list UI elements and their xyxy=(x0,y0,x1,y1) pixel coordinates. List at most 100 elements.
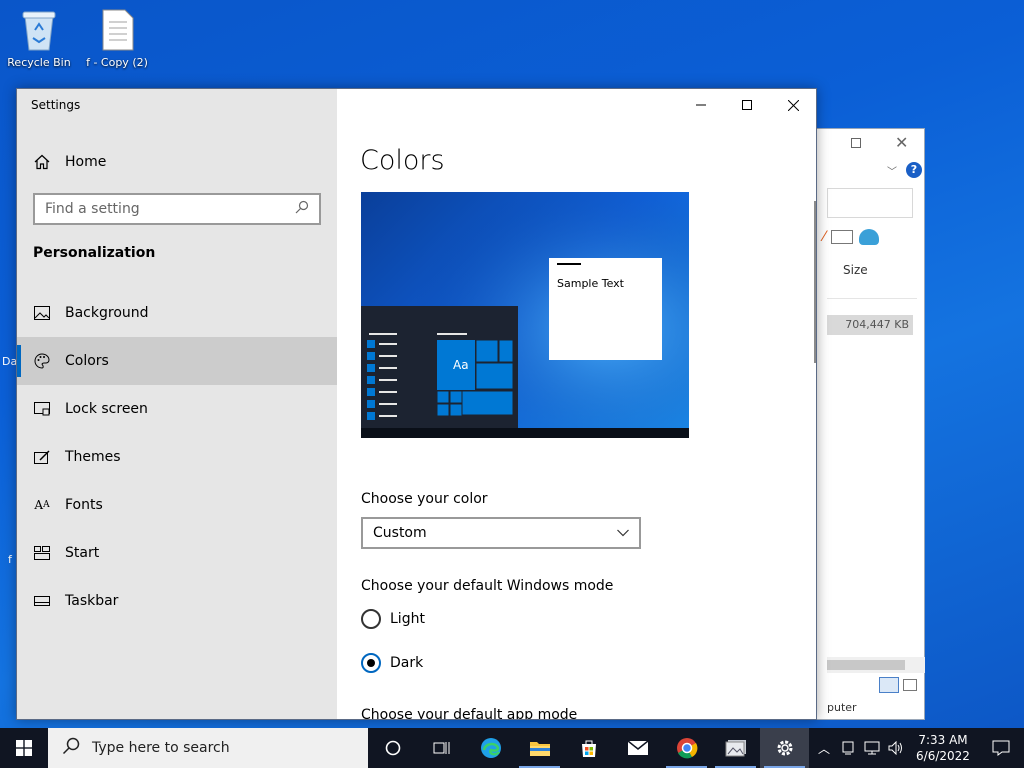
search-icon xyxy=(62,737,80,759)
start-button[interactable] xyxy=(0,728,48,768)
nav-label: Colors xyxy=(65,353,109,369)
color-dropdown[interactable]: Custom xyxy=(361,517,641,549)
status-bar-text: puter xyxy=(827,701,857,714)
radio-label: Light xyxy=(390,611,425,627)
help-icon[interactable]: ? xyxy=(906,162,922,178)
system-tray: ︿ 7:33 AM 6/6/2022 xyxy=(812,728,1024,768)
page-title: Colors xyxy=(360,145,445,176)
toolbar-icons: ⁄ xyxy=(823,229,880,245)
desktop-edge-text: f xyxy=(8,553,12,566)
chevron-up-icon[interactable]: ︿ xyxy=(812,740,836,757)
taskbar-search-box[interactable]: Type here to search xyxy=(48,728,368,768)
clock[interactable]: 7:33 AM 6/6/2022 xyxy=(908,732,978,764)
store-icon[interactable] xyxy=(564,728,613,768)
palette-icon xyxy=(33,352,51,370)
preview-tile-text: Aa xyxy=(453,358,469,372)
settings-content: Colors Aa Sample Text Choose your color … xyxy=(337,89,816,719)
app-mode-label: Choose your default app mode xyxy=(361,707,578,720)
radio-label: Dark xyxy=(390,655,424,671)
taskbar: Type here to search ︿ 7:33 AM 6/6/2022 xyxy=(0,728,1024,768)
nav-taskbar[interactable]: Taskbar xyxy=(17,577,337,625)
shell-icon[interactable] xyxy=(859,229,880,245)
color-dropdown-value: Custom xyxy=(373,525,427,541)
desktop-icon-file[interactable]: f - Copy (2) xyxy=(82,8,152,69)
desktop-edge-text: Da xyxy=(2,355,18,368)
background-explorer-window[interactable]: ✕ ﹀ ? ⁄ Size 704,447 KB puter xyxy=(812,128,925,720)
minimize-button[interactable] xyxy=(678,89,724,121)
device-icon[interactable] xyxy=(836,741,860,755)
nav-lock-screen[interactable]: Lock screen xyxy=(17,385,337,433)
notification-icon[interactable] xyxy=(978,740,1024,756)
size-column-header[interactable]: Size xyxy=(827,255,917,299)
desktop-icon-recycle-bin[interactable]: Recycle Bin xyxy=(4,8,74,69)
picture-icon xyxy=(33,304,51,322)
file-size-cell[interactable]: 704,447 KB xyxy=(827,315,913,335)
search-icon xyxy=(295,200,309,218)
preview-sample-text: Sample Text xyxy=(557,277,624,290)
nav-label: Start xyxy=(65,545,100,561)
choose-color-label: Choose your color xyxy=(361,491,488,507)
desktop-icon-label: f - Copy (2) xyxy=(86,56,148,69)
network-icon[interactable] xyxy=(860,741,884,755)
recycle-bin-icon xyxy=(19,8,59,52)
volume-icon[interactable] xyxy=(884,741,908,755)
mail-icon[interactable] xyxy=(613,728,662,768)
nav-home-label: Home xyxy=(65,154,107,170)
home-icon xyxy=(33,153,51,171)
nav-fonts[interactable]: AA Fonts xyxy=(17,481,337,529)
nav-themes[interactable]: Themes xyxy=(17,433,337,481)
vertical-scrollbar[interactable] xyxy=(814,201,816,363)
theme-preview: Aa Sample Text xyxy=(361,192,689,438)
address-bar[interactable] xyxy=(827,188,913,218)
close-icon[interactable]: ✕ xyxy=(895,133,908,152)
find-setting-input[interactable]: Find a setting xyxy=(33,193,321,225)
lock-screen-icon xyxy=(33,400,51,418)
settings-window[interactable]: Settings Home Find a setting Personaliza… xyxy=(16,88,817,720)
chevron-down-icon xyxy=(617,525,629,541)
settings-sidebar: Settings Home Find a setting Personaliza… xyxy=(17,89,337,719)
horizontal-scrollbar[interactable] xyxy=(827,657,925,673)
nav-label: Themes xyxy=(65,449,121,465)
fonts-icon: AA xyxy=(34,498,50,512)
envelope-icon[interactable] xyxy=(831,230,854,244)
search-placeholder: Find a setting xyxy=(45,201,140,217)
themes-icon xyxy=(33,448,51,466)
nav-label: Fonts xyxy=(65,497,103,513)
file-explorer-icon[interactable] xyxy=(515,728,564,768)
radio-dark[interactable]: Dark xyxy=(361,653,423,673)
radio-circle[interactable] xyxy=(361,609,381,629)
view-tiles-icon[interactable] xyxy=(903,679,917,691)
window-title: Settings xyxy=(31,98,81,112)
pen-icon[interactable]: ⁄ xyxy=(823,229,825,245)
text-file-icon xyxy=(97,8,137,52)
taskbar-search-placeholder: Type here to search xyxy=(92,740,230,756)
close-button[interactable] xyxy=(770,89,816,121)
nav-home[interactable]: Home xyxy=(17,138,337,186)
nav-label: Background xyxy=(65,305,149,321)
task-view-icon[interactable] xyxy=(417,728,466,768)
chrome-icon[interactable] xyxy=(662,728,711,768)
start-icon xyxy=(33,544,51,562)
maximize-icon[interactable] xyxy=(851,138,861,148)
window-controls xyxy=(678,89,816,121)
cortana-icon[interactable] xyxy=(368,728,417,768)
view-details-icon[interactable] xyxy=(879,677,899,693)
clock-date: 6/6/2022 xyxy=(916,749,970,763)
chevron-down-icon[interactable]: ﹀ xyxy=(887,163,897,178)
windows-logo-icon xyxy=(16,740,32,756)
section-heading: Personalization xyxy=(33,245,156,261)
edge-icon[interactable] xyxy=(466,728,515,768)
maximize-button[interactable] xyxy=(724,89,770,121)
nav-background[interactable]: Background xyxy=(17,289,337,337)
nav-start[interactable]: Start xyxy=(17,529,337,577)
taskbar-icon xyxy=(33,592,51,610)
nav-colors[interactable]: Colors xyxy=(17,337,337,385)
clock-time: 7:33 AM xyxy=(918,733,968,747)
windows-mode-label: Choose your default Windows mode xyxy=(361,578,614,594)
nav-label: Lock screen xyxy=(65,401,148,417)
settings-icon[interactable] xyxy=(760,728,809,768)
radio-circle[interactable] xyxy=(361,653,381,673)
desktop-icon-label: Recycle Bin xyxy=(7,56,71,69)
photos-icon[interactable] xyxy=(711,728,760,768)
radio-light[interactable]: Light xyxy=(361,609,425,629)
